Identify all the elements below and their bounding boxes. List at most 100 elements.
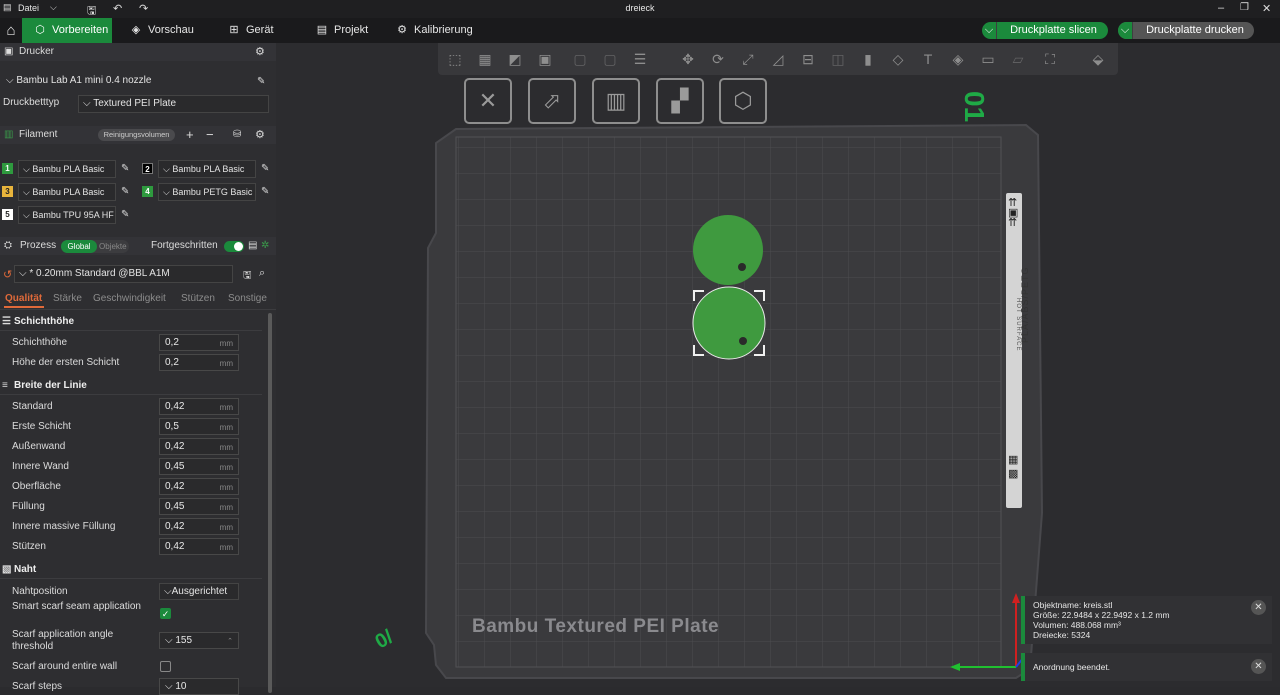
line-width-infill-input[interactable]: 0,45 mm	[159, 498, 239, 515]
chevron-down-icon[interactable]: ⌵	[1118, 22, 1133, 39]
line-width-icon: ≡	[2, 380, 8, 391]
line-width-support-input[interactable]: 0,42 mm	[159, 538, 239, 555]
3d-viewport[interactable]: ⬚ ▦ ◩ ▣ ▢ ▢ ☰ ✥ ⟳ ⤢ ◿ ⊟ ◫ ▮ ◇ T ◈ ▭ ▱ ⛶ …	[276, 43, 1280, 687]
filament-select[interactable]: ⌵ Bambu TPU 95A HF	[18, 206, 116, 224]
smart-scarf-checkbox[interactable]: ✓	[160, 608, 171, 619]
filament-select[interactable]: ⌵ Bambu PLA Basic	[18, 183, 116, 201]
tab-calibration[interactable]: ⚙ Kalibrierung	[394, 18, 484, 43]
tab-quality[interactable]: Qualität	[5, 293, 42, 304]
bed-type-label: Druckbetttyp	[3, 97, 60, 108]
filament-slot-number[interactable]: 2	[142, 163, 153, 174]
edit-icon[interactable]: ✎	[121, 163, 129, 174]
sidebar-scrollbar[interactable]	[268, 313, 272, 693]
tab-strength[interactable]: Stärke	[53, 293, 82, 304]
seam-group: Naht	[14, 564, 37, 575]
tab-support[interactable]: Stützen	[181, 293, 215, 304]
scarf-entire-wall-checkbox[interactable]	[160, 661, 171, 672]
line-width-top-surface-input[interactable]: 0,42 mm	[159, 478, 239, 495]
filament-section-header: ▥ Filament Reinigungsvolumen + − ⛁ ⚙	[0, 126, 276, 144]
global-objects-toggle[interactable]: Global Objekte	[61, 240, 129, 253]
tab-prepare[interactable]: ⬡ Vorbereiten	[22, 18, 112, 43]
add-icon[interactable]: +	[186, 127, 194, 142]
tab-speed[interactable]: Geschwindigkeit	[93, 293, 166, 304]
layer-height-input[interactable]: 0,2 mm	[159, 334, 239, 351]
object-info-panel: Objektname: kreis.stl Größe: 22.9484 x 2…	[1021, 596, 1272, 644]
edit-icon[interactable]: ✎	[257, 76, 265, 87]
line-width-inner-wall-input[interactable]: 0,45 mm	[159, 458, 239, 475]
filament-select[interactable]: ⌵ Bambu PETG Basic	[158, 183, 256, 201]
notification-text: Anordnung beendet.	[1033, 662, 1111, 672]
scarf-angle-threshold-input[interactable]: ⌵ 155 ⌃	[159, 632, 239, 649]
search-icon[interactable]: ⌕	[259, 267, 265, 280]
restore-icon[interactable]: ❐	[1240, 2, 1249, 13]
line-width-outer-wall-input[interactable]: 0,42 mm	[159, 438, 239, 455]
seam-position-select[interactable]: ⌵Ausgerichtet	[159, 583, 239, 600]
filament-slot-number[interactable]: 1	[2, 163, 13, 174]
advanced-toggle[interactable]	[224, 241, 244, 252]
project-icon: ▤	[316, 24, 328, 36]
gear-icon[interactable]: ⚙	[255, 128, 265, 141]
minimize-icon[interactable]: –	[1218, 2, 1224, 14]
gear-icon[interactable]: ⚙	[255, 45, 265, 58]
printer-icon: ▣	[4, 46, 14, 57]
filament-select[interactable]: ⌵ Bambu PLA Basic	[158, 160, 256, 178]
bed-type-select[interactable]: ⌵ Textured PEI Plate	[78, 95, 269, 113]
filament-slot-number[interactable]: 3	[2, 186, 13, 197]
tab-preview[interactable]: ◈ Vorschau	[128, 18, 208, 43]
svg-text:0/: 0/	[372, 626, 398, 654]
filament-select[interactable]: ⌵ Bambu PLA Basic	[18, 160, 116, 178]
process-icon: ⛭	[4, 240, 12, 251]
close-icon[interactable]: ✕	[1251, 659, 1266, 674]
layer-group-icon: ☰	[2, 316, 11, 327]
slice-plate-button[interactable]: ⌵ Druckplatte slicen	[982, 22, 1108, 39]
sync-icon[interactable]: ⛁	[233, 129, 241, 140]
tab-others[interactable]: Sonstige	[228, 293, 267, 304]
home-icon[interactable]: ⌂	[0, 18, 22, 43]
edit-icon[interactable]: ✎	[261, 163, 269, 174]
calibration-icon: ⚙	[397, 24, 407, 36]
edit-icon[interactable]: ✎	[121, 209, 129, 220]
first-layer-height-input[interactable]: 0,2 mm	[159, 354, 239, 371]
filament-slot-number[interactable]: 4	[142, 186, 153, 197]
line-width-default-input[interactable]: 0,42 mm	[159, 398, 239, 415]
compare-icon[interactable]: ▤	[248, 240, 257, 251]
device-icon: ⊞	[229, 24, 239, 36]
printer-select[interactable]: ⌵ Bambu Lab A1 mini 0.4 nozzle	[2, 73, 252, 91]
notification-panel: Anordnung beendet. ✕	[1021, 653, 1272, 681]
layer-height-group: Schichthöhe	[14, 316, 75, 327]
circle-object-1[interactable]	[693, 215, 763, 285]
window-title: dreieck	[625, 3, 655, 13]
process-section-header: ⛭ Prozess Global Objekte Fortgeschritten…	[0, 237, 276, 255]
wand-icon[interactable]: ✲	[261, 240, 269, 251]
close-icon[interactable]: ✕	[1262, 2, 1271, 15]
seam-icon: ▧	[2, 564, 12, 575]
main-tab-bar: ⌂ ⬡ Vorbereiten ◈ Vorschau ⊞ Gerät ▤ Projekt…	[0, 18, 1280, 43]
filament-icon: ▥	[4, 129, 14, 140]
remove-icon[interactable]: −	[206, 127, 214, 142]
edit-icon[interactable]: ✎	[261, 186, 269, 197]
filament-slot-number[interactable]: 5	[2, 209, 13, 220]
object-triangles: Dreiecke: 5324	[1033, 630, 1091, 640]
layers-icon: ◈	[131, 24, 141, 36]
stepper-icon[interactable]: ⌃	[227, 634, 233, 649]
tab-device[interactable]: ⊞ Gerät	[226, 18, 296, 43]
line-width-solid-infill-input[interactable]: 0,42 mm	[159, 518, 239, 535]
purge-volume-button[interactable]: Reinigungsvolumen	[98, 129, 175, 141]
close-icon[interactable]: ✕	[1251, 600, 1266, 615]
print-plate-button[interactable]: ⌵ Druckplatte drucken	[1118, 22, 1254, 39]
scene-objects: 0/	[372, 215, 1025, 671]
process-preset-select[interactable]: ⌵ * 0.20mm Standard @BBL A1M	[14, 265, 233, 283]
chevron-down-icon[interactable]: ⌵	[982, 22, 997, 39]
save-preset-icon[interactable]: 🖫	[243, 268, 252, 285]
settings-sidebar: ▣ Drucker ⚙ ⌵ Bambu Lab A1 mini 0.4 nozz…	[0, 43, 276, 695]
circle-object-selected[interactable]	[692, 286, 766, 360]
cube-icon: ⬡	[35, 24, 45, 36]
reset-icon[interactable]: ↺	[3, 268, 12, 281]
tab-project[interactable]: ▤ Projekt	[314, 18, 384, 43]
edit-icon[interactable]: ✎	[121, 186, 129, 197]
line-width-group: Breite der Linie	[14, 380, 87, 391]
line-width-first-layer-input[interactable]: 0,5 mm	[159, 418, 239, 435]
title-bar: ▤ Datei ⌵ 🖫 ↶ ↷ dreieck – ❐ ✕	[0, 0, 1280, 18]
printer-section-header: ▣ Drucker ⚙	[0, 43, 276, 61]
object-size: Größe: 22.9484 x 22.9492 x 1.2 mm	[1033, 610, 1170, 620]
